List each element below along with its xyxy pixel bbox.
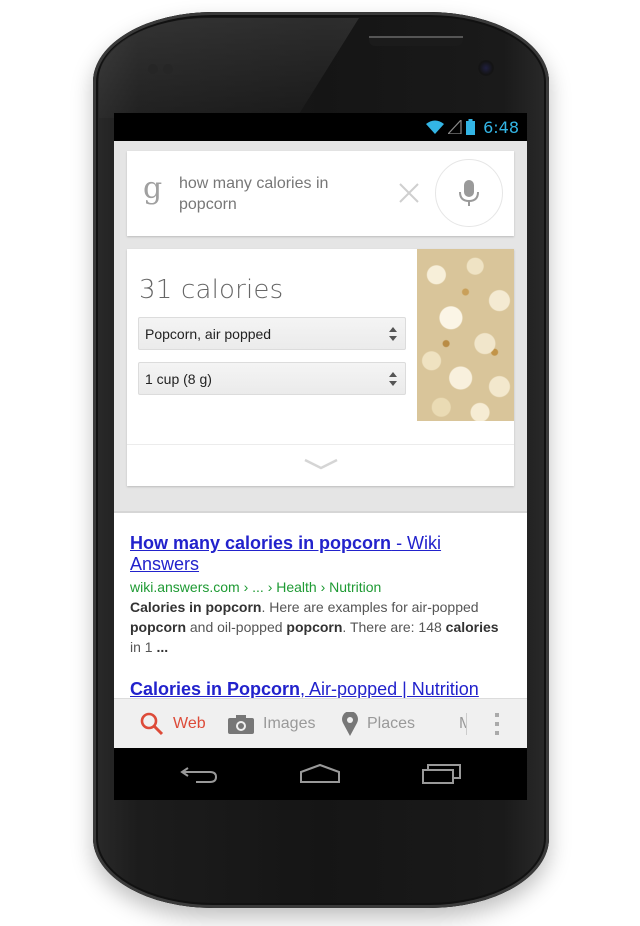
- overflow-menu-icon[interactable]: [489, 711, 505, 737]
- food-select[interactable]: Popcorn, air popped: [138, 317, 406, 350]
- serving-size-select[interactable]: 1 cup (8 g): [138, 362, 406, 395]
- snippet-text: . There are: 148: [342, 619, 446, 635]
- snippet-text: and oil-popped: [186, 619, 287, 635]
- result-title-bold: Calories in Popcorn: [130, 679, 301, 699]
- tab-web[interactable]: Web: [140, 699, 206, 748]
- serving-size-value: 1 cup (8 g): [145, 370, 212, 387]
- proximity-sensor: [148, 64, 158, 74]
- back-icon[interactable]: [178, 760, 222, 788]
- system-nav-bar: [114, 748, 527, 800]
- snippet-highlight: popcorn: [130, 619, 186, 635]
- tab-label: Images: [263, 715, 316, 732]
- search-icon: [140, 712, 164, 736]
- search-content: g how many calories in popcorn 31 calori…: [114, 141, 527, 748]
- front-camera: [478, 60, 494, 76]
- result-title-bold: How many calories in popcorn: [130, 533, 392, 553]
- tab-label: Places: [367, 715, 416, 732]
- select-arrows-icon: [389, 327, 397, 341]
- snippet-highlight: calories: [445, 619, 499, 635]
- result-link[interactable]: Calories in Popcorn, Air-popped | Nutrit…: [130, 679, 479, 699]
- search-box[interactable]: g how many calories in popcorn: [127, 151, 514, 236]
- screen-glare: [99, 18, 359, 118]
- status-bar: 6:48: [114, 113, 527, 141]
- result-title[interactable]: Calories in Popcorn, Air-popped | Nutrit…: [130, 679, 510, 700]
- result-title[interactable]: How many calories in popcorn - Wiki Answ…: [130, 533, 510, 575]
- microphone-icon: [459, 180, 479, 206]
- wifi-icon: [426, 120, 445, 134]
- snippet-text: . Here are examples for air-popped: [261, 599, 479, 615]
- snippet-highlight: popcorn: [286, 619, 343, 635]
- map-pin-icon: [342, 712, 358, 736]
- close-icon[interactable]: [395, 179, 423, 207]
- snippet-highlight: Calories in popcorn: [130, 599, 262, 615]
- result-link[interactable]: How many calories in popcorn - Wiki Answ…: [130, 533, 441, 574]
- recents-icon[interactable]: [420, 760, 464, 788]
- result-title-rest: , Air-popped | Nutrition: [300, 679, 479, 699]
- search-type-tabs: Web Images Places M: [114, 698, 527, 748]
- select-arrows-icon: [389, 372, 397, 386]
- tab-places[interactable]: Places: [342, 699, 415, 748]
- home-icon[interactable]: [298, 760, 342, 788]
- status-time: 6:48: [483, 117, 519, 137]
- google-logo: g: [143, 171, 163, 206]
- search-result: How many calories in popcorn - Wiki Answ…: [130, 533, 510, 657]
- tab-divider: [466, 713, 467, 735]
- nutrition-answer-card: 31 calories Popcorn, air popped 1 cup (8…: [127, 249, 514, 486]
- snippet-highlight: ...: [156, 639, 169, 655]
- signal-icon: [448, 120, 462, 134]
- popcorn-image[interactable]: [417, 249, 514, 421]
- search-result: Calories in Popcorn, Air-popped | Nutrit…: [130, 679, 510, 700]
- search-query[interactable]: how many calories in popcorn: [179, 173, 369, 215]
- earpiece-speaker: [369, 36, 463, 46]
- phone-screen: 6:48 g how many calories in popcorn 31 c…: [114, 113, 527, 800]
- food-select-value: Popcorn, air popped: [145, 325, 272, 342]
- tab-images[interactable]: Images: [228, 699, 315, 748]
- chevron-down-icon[interactable]: [303, 457, 339, 471]
- camera-icon: [228, 715, 254, 734]
- battery-icon: [466, 119, 476, 135]
- calorie-count: 31 calories: [139, 275, 284, 305]
- tab-label: Web: [173, 715, 206, 732]
- light-sensor: [163, 64, 173, 74]
- result-snippet: Calories in popcorn. Here are examples f…: [130, 597, 510, 657]
- snippet-text: in 1: [130, 639, 157, 655]
- voice-search-button[interactable]: [435, 159, 503, 227]
- result-url: wiki.answers.com › ... › Health › Nutrit…: [130, 579, 382, 595]
- card-divider: [127, 444, 514, 445]
